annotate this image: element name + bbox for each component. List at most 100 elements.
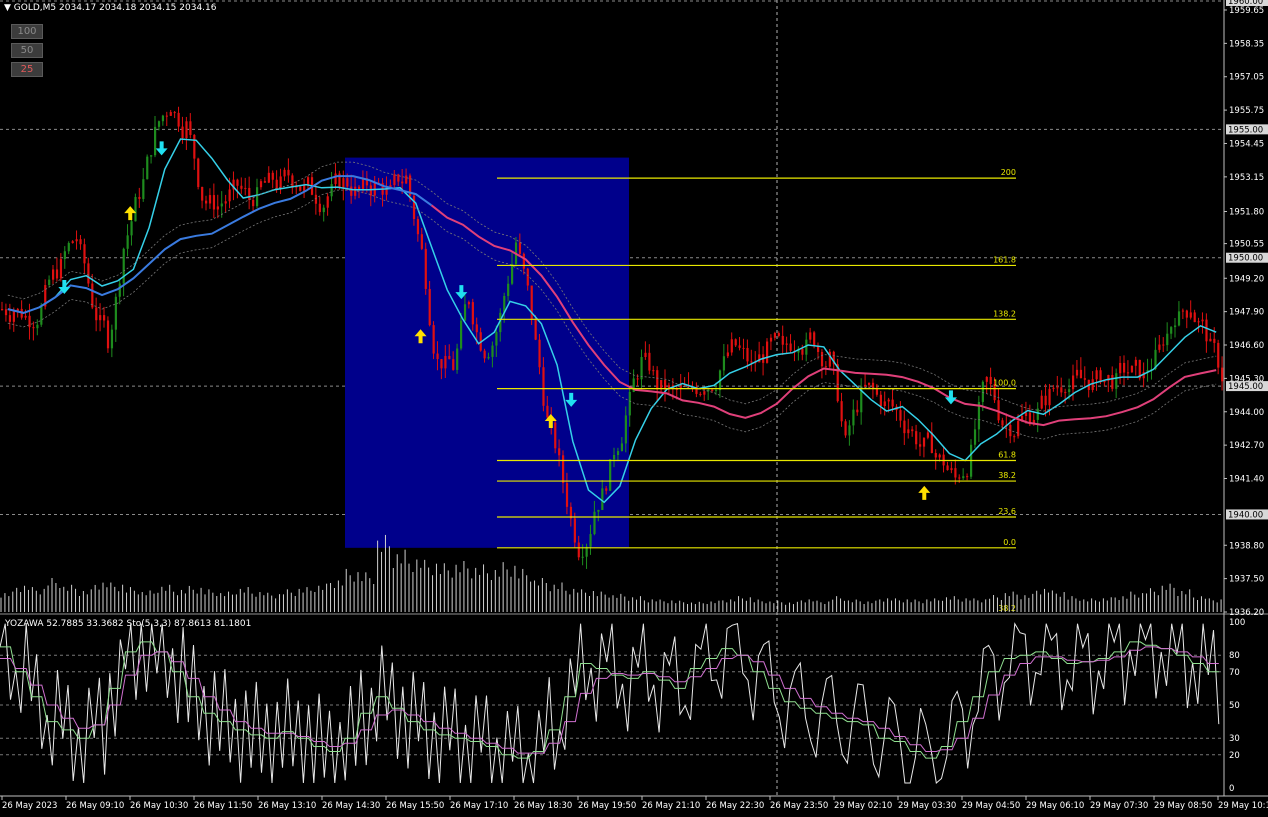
candle-body	[205, 200, 208, 204]
candle-body	[769, 337, 773, 342]
zoom-button-50[interactable]: 50	[11, 43, 43, 58]
candle-body	[189, 121, 192, 135]
candle-body	[1048, 388, 1051, 406]
candle-body	[938, 454, 941, 458]
zoom-button-100[interactable]: 100	[11, 24, 43, 39]
candle-body	[511, 263, 514, 284]
buy-arrow-icon	[918, 485, 931, 500]
candle-body	[67, 243, 70, 252]
candle-body	[1166, 333, 1169, 346]
candle-body	[777, 333, 780, 336]
candle-body	[1209, 338, 1212, 342]
candle-body	[91, 283, 94, 308]
price-tick-label: 1937.50	[1229, 575, 1264, 585]
candle-body	[460, 320, 463, 349]
candle-body	[412, 195, 416, 220]
candle-body	[467, 302, 471, 305]
candle-body	[1201, 319, 1204, 322]
candle-body	[1189, 312, 1192, 318]
candle-body	[703, 391, 706, 395]
candle-body	[330, 184, 333, 197]
candle-body	[342, 178, 345, 188]
price-tick-label: 1958.35	[1229, 39, 1264, 49]
candle-body	[973, 429, 977, 445]
candle-body	[879, 394, 882, 407]
candle-body	[915, 431, 918, 445]
candle-body	[12, 311, 15, 322]
time-tick-label: 26 May 09:10	[66, 801, 124, 811]
candle-body	[456, 348, 459, 370]
candle-body	[824, 366, 828, 368]
candle-body	[32, 327, 35, 329]
time-tick-label: 29 May 06:10	[1026, 801, 1084, 811]
price-tick-label: 1942.70	[1229, 441, 1264, 451]
chart-window[interactable]: 200 161.8 138.2 100.0 61.8 38.2 23.6 0.0 38.2 196…	[0, 0, 1268, 813]
price-chart[interactable]: 200161.8138.2100.061.838.223.60.038.2196…	[0, 0, 1268, 813]
candle-body	[601, 488, 604, 510]
candle-body	[173, 112, 176, 114]
candle-body	[919, 444, 922, 447]
candle-body	[322, 207, 325, 213]
candle-body	[597, 509, 600, 512]
candle-body	[981, 381, 984, 402]
candle-body	[291, 175, 294, 188]
candle-body	[962, 476, 965, 479]
candle-body	[1205, 319, 1208, 342]
candle-body	[554, 422, 557, 449]
candle-body	[424, 248, 427, 289]
price-tick-label: 1957.05	[1229, 73, 1264, 83]
candle-body	[193, 134, 196, 159]
candle-body	[1181, 310, 1185, 312]
candle-body	[358, 186, 361, 190]
candle-body	[1123, 362, 1126, 373]
candle-body	[1044, 395, 1047, 406]
candle-body	[452, 359, 455, 370]
candle-body	[248, 187, 251, 200]
candle-body	[40, 306, 43, 325]
sell-arrow-icon	[944, 390, 957, 405]
stochastic-signal-line	[0, 646, 1219, 754]
time-tick-label: 26 May 21:10	[642, 801, 700, 811]
candle-body	[844, 421, 847, 436]
candle-body	[142, 179, 145, 199]
candle-body	[1072, 375, 1075, 390]
price-tick-label: 1940.00	[1228, 510, 1263, 520]
candle-body	[436, 353, 439, 360]
candle-body	[577, 542, 580, 558]
candle-body	[463, 304, 467, 321]
symbol-timeframe: GOLD,M5	[13, 3, 57, 13]
candle-body	[1162, 344, 1165, 346]
candle-body	[471, 302, 474, 325]
price-tick-label: 1955.00	[1228, 125, 1263, 135]
candle-body	[722, 356, 726, 371]
candle-body	[868, 382, 871, 385]
candle-body	[240, 185, 243, 189]
candle-body	[883, 401, 886, 407]
candle-body	[616, 451, 620, 455]
candle-body	[36, 324, 39, 329]
candle-body	[734, 339, 737, 346]
candle-body	[1095, 370, 1098, 380]
candle-body	[899, 410, 902, 421]
candle-body	[781, 335, 784, 345]
candle-body	[59, 259, 63, 279]
candle-body	[197, 158, 200, 187]
candle-body	[83, 244, 86, 264]
candle-body	[546, 405, 549, 418]
zoom-button-25[interactable]: 25	[11, 62, 43, 77]
candle-body	[444, 355, 447, 369]
candle-body	[146, 156, 149, 180]
candle-body	[1115, 373, 1118, 389]
candle-body	[1056, 387, 1059, 389]
fib-level-label: 38.2	[998, 471, 1016, 480]
candle-body	[48, 279, 51, 286]
candle-body	[711, 389, 714, 391]
candle-body	[1013, 436, 1016, 438]
candle-body	[1174, 325, 1177, 328]
time-tick-label: 29 May 04:50	[962, 801, 1020, 811]
price-tick-label: 1941.40	[1229, 475, 1264, 485]
header-triangle-icon: ▼	[4, 3, 11, 13]
price-tick-label: 1959.65	[1229, 6, 1264, 16]
candle-body	[52, 269, 55, 280]
candle-body	[1111, 374, 1114, 389]
